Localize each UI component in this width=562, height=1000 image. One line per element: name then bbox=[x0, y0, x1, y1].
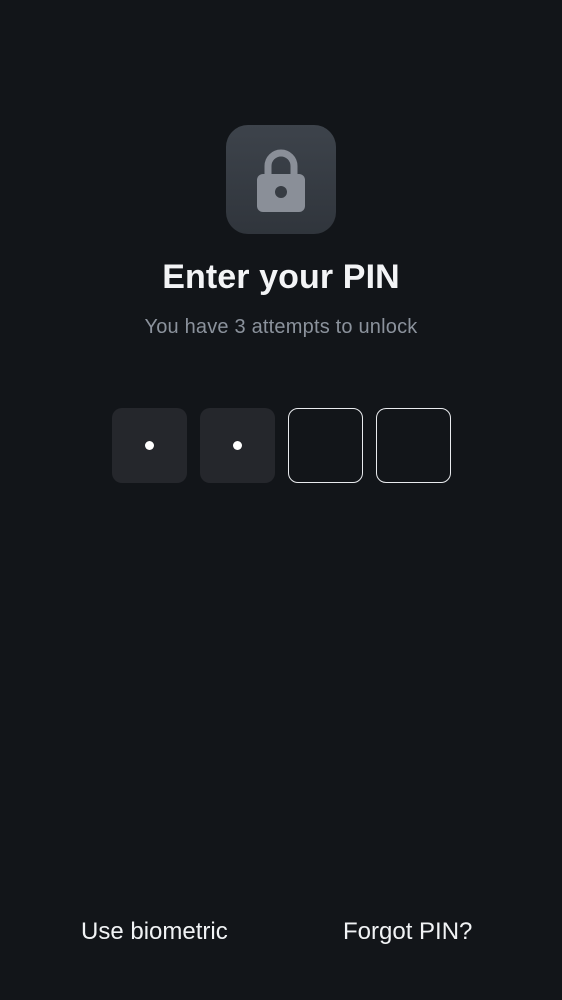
pin-box-4[interactable] bbox=[376, 408, 451, 483]
use-biometric-button[interactable]: Use biometric bbox=[81, 914, 228, 950]
page-title: Enter your PIN bbox=[162, 258, 400, 296]
forgot-pin-button[interactable]: Forgot PIN? bbox=[343, 914, 472, 950]
attempts-subtitle: You have 3 attempts to unlock bbox=[144, 316, 418, 338]
pin-dot bbox=[145, 441, 154, 450]
lock-badge bbox=[226, 125, 336, 234]
pin-box-1[interactable] bbox=[112, 408, 187, 483]
pin-input[interactable] bbox=[112, 408, 451, 483]
bottom-actions: Use biometric Forgot PIN? bbox=[0, 914, 562, 950]
pin-box-2[interactable] bbox=[200, 408, 275, 483]
pin-dot bbox=[233, 441, 242, 450]
pin-box-3[interactable] bbox=[288, 408, 363, 483]
lock-icon bbox=[257, 149, 305, 212]
